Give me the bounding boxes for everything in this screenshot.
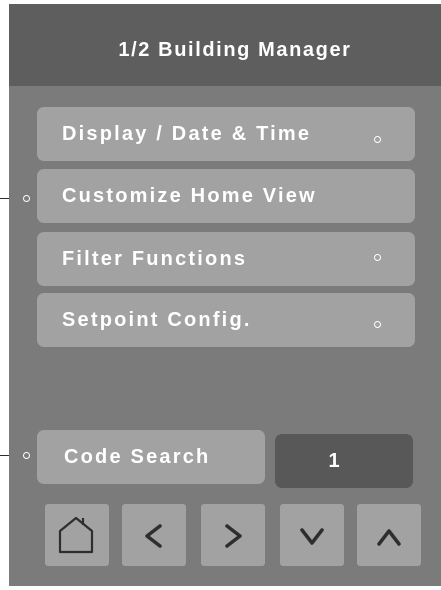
- display-date-time-marker: [374, 136, 381, 143]
- chevron-left-icon: [145, 524, 162, 548]
- down-button[interactable]: [280, 504, 344, 566]
- code-search-label: Code Search: [64, 446, 211, 468]
- display-date-time-button[interactable]: Display / Date & Time: [37, 107, 415, 161]
- customize-home-view-button[interactable]: Customize Home View: [37, 169, 415, 223]
- filter-functions-marker: [374, 254, 381, 261]
- setpoint-config-label: Setpoint Config.: [62, 309, 252, 331]
- previous-button[interactable]: [122, 504, 186, 566]
- up-button[interactable]: [357, 504, 421, 566]
- customize-home-view-label: Customize Home View: [62, 185, 317, 207]
- filter-functions-button[interactable]: Filter Functions: [37, 232, 415, 286]
- chevron-down-icon: [300, 528, 324, 545]
- code-search-button[interactable]: Code Search: [37, 430, 265, 484]
- next-button[interactable]: [201, 504, 265, 566]
- display-date-time-label: Display / Date & Time: [62, 123, 312, 145]
- chevron-up-icon: [377, 529, 401, 546]
- code-search-marker: [23, 452, 30, 459]
- home-button[interactable]: [45, 504, 109, 566]
- device-screen: 1/2 Building Manager Display / Date & Ti…: [9, 4, 441, 586]
- setpoint-config-marker: [374, 321, 381, 328]
- home-icon: [58, 516, 94, 554]
- customize-home-view-marker: [23, 195, 30, 202]
- chevron-right-icon: [225, 524, 242, 548]
- filter-functions-label: Filter Functions: [62, 248, 248, 270]
- code-value-field[interactable]: 1: [275, 434, 413, 488]
- page-title: 1/2 Building Manager: [118, 39, 352, 61]
- code-value-text: 1: [328, 450, 340, 472]
- setpoint-config-button[interactable]: Setpoint Config.: [37, 293, 415, 347]
